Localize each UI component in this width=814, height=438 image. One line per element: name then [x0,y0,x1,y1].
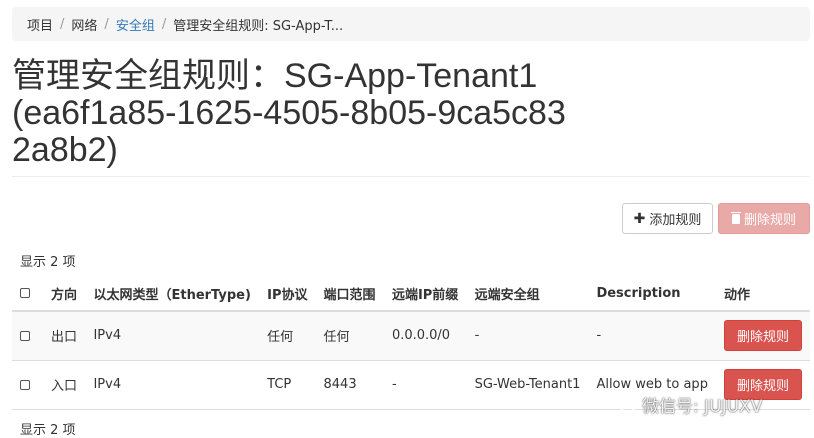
breadcrumb-item-current: 管理安全组规则: SG-App-T... [173,18,344,34]
page-title: 管理安全组规则：SG-App-Tenant1 (ea6f1a85-1625-45… [12,57,566,169]
row-checkbox[interactable] [20,330,30,341]
plus-icon: ✚ [633,210,646,227]
cell-remote-ip-prefix: - [383,359,467,410]
delete-rules-button[interactable]: 删除规则 [718,203,810,234]
table-header-row: 方向 以太网类型（EtherType) IP协议 端口范围 远端IP前缀 远端安… [12,276,810,312]
cell-ethertype: IPv4 [85,359,260,410]
header-description[interactable]: Description [588,276,716,312]
cell-ip-protocol: 任何 [259,310,316,360]
rules-table: 方向 以太网类型（EtherType) IP协议 端口范围 远端IP前缀 远端安… [12,276,810,410]
cell-port-range: 任何 [315,310,384,360]
select-all-cell [12,276,44,312]
title-divider [12,176,810,177]
cell-ip-protocol: TCP [259,359,316,410]
table-row: 出口 IPv4 任何 任何 0.0.0.0/0 - - 删除规则 [12,310,810,360]
breadcrumb-separator: / [161,16,167,32]
item-count-bottom: 显示 2 项 [20,423,76,438]
cell-remote-security-group: SG-Web-Tenant1 [466,359,589,410]
cell-port-range: 8443 [315,359,384,410]
item-count-top: 显示 2 项 [20,255,76,270]
cell-direction: 出口 [43,310,86,360]
breadcrumb-separator: / [60,16,65,32]
header-direction[interactable]: 方向 [43,276,86,312]
breadcrumb-item-network[interactable]: 网络 [71,15,97,34]
cell-remote-security-group: - [466,310,589,360]
row-checkbox[interactable] [20,379,30,390]
add-rule-label: 添加规则 [649,213,702,228]
row-select-cell [12,359,44,410]
cell-description: Allow web to app [588,359,716,410]
row-select-cell [12,310,44,360]
cell-direction: 入口 [43,359,86,410]
breadcrumb-separator: / [104,16,109,32]
delete-rules-label: 删除规则 [743,213,796,228]
cell-description: - [588,310,716,360]
header-actions: 动作 [716,276,810,312]
select-all-checkbox[interactable] [20,288,30,298]
add-rule-button[interactable]: ✚ 添加规则 [622,203,713,234]
delete-rule-button[interactable]: 删除规则 [724,320,802,352]
breadcrumb-item-project[interactable]: 项目 [27,15,53,34]
cell-actions: 删除规则 [716,359,810,410]
header-remote-ip-prefix[interactable]: 远端IP前缀 [383,276,467,312]
breadcrumb-item-security-groups[interactable]: 安全组 [116,15,155,34]
table-row: 入口 IPv4 TCP 8443 - SG-Web-Tenant1 Allow … [12,359,810,410]
cell-remote-ip-prefix: 0.0.0.0/0 [383,310,467,360]
breadcrumb: 项目 / 网络 / 安全组 / 管理安全组规则: SG-App-T... [12,7,810,41]
delete-rule-button[interactable]: 删除规则 [724,369,802,400]
header-ip-protocol[interactable]: IP协议 [259,276,316,312]
cell-ethertype: IPv4 [85,310,260,360]
cell-actions: 删除规则 [716,310,810,360]
header-remote-security-group[interactable]: 远端安全组 [466,276,589,312]
header-port-range[interactable]: 端口范围 [315,276,384,312]
header-ethertype[interactable]: 以太网类型（EtherType) [85,276,260,312]
trash-icon [730,211,741,224]
